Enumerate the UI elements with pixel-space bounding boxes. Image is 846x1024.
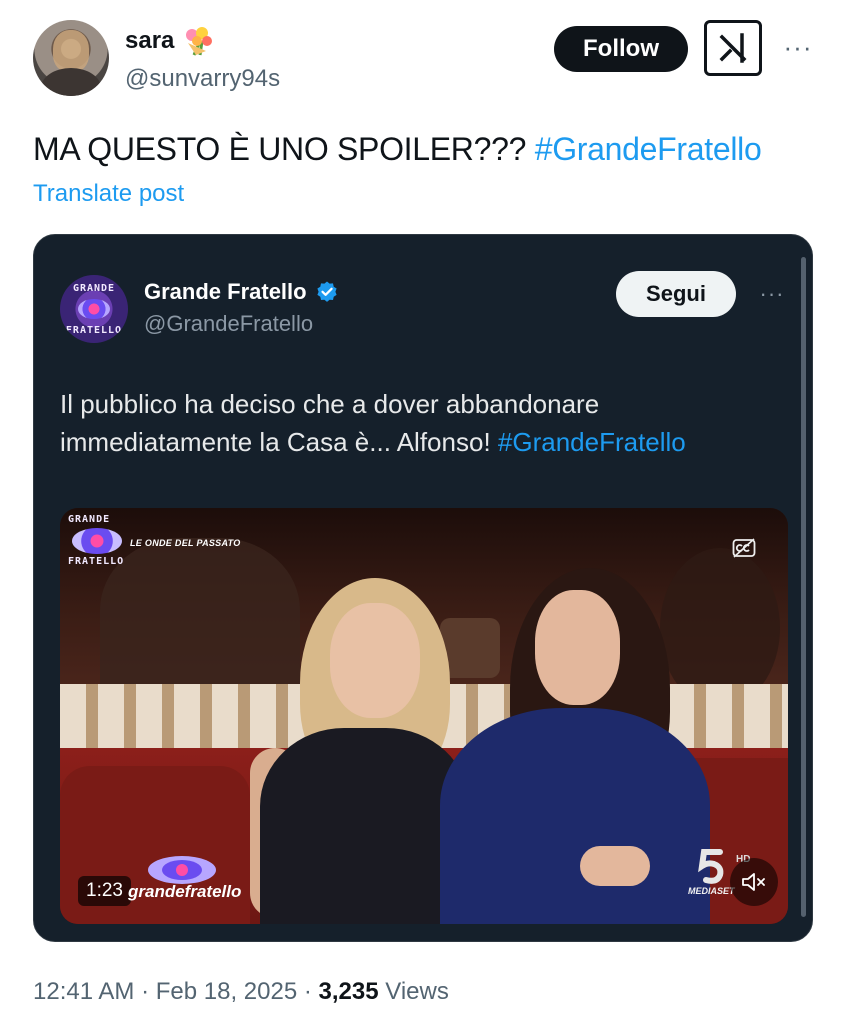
post-time[interactable]: 12:41 AM [33,978,134,1005]
views-count: 3,235 [318,978,379,1005]
segui-button[interactable]: Segui [616,271,736,317]
meta-separator: · [134,978,156,1005]
quoted-avatar-text-bottom: FRATELLO [65,325,123,336]
translate-post-link[interactable]: Translate post [33,180,184,208]
bouquet-emoji-icon [180,25,214,57]
show-logo-bottom: FRATELLO [68,556,125,567]
person-right-dress [440,708,710,924]
video-duration: 1:23 [78,876,131,906]
channel-name: MEDIASET [688,886,735,896]
more-horizontal-icon[interactable]: ··· [778,32,818,62]
quoted-display-name[interactable]: Grande Fratello [144,279,307,305]
person-left-dress [260,728,470,924]
speaker-muted-icon[interactable] [730,858,778,906]
post-text: MA QUESTO È UNO SPOILER??? #GrandeFratel… [33,128,762,170]
post-metadata: 12:41 AM · Feb 18, 2025 · 3,235 Views [33,978,449,1006]
post-hashtag-link[interactable]: #GrandeFratello [535,131,762,167]
video-player[interactable]: GRANDE FRATELLO LE ONDE DEL PASSATO 1:23… [60,508,788,924]
post-date[interactable]: Feb 18, 2025 [156,978,297,1005]
author-name-row: sara [125,25,214,57]
quoted-name-row: Grande Fratello [144,279,339,305]
closed-captions-icon[interactable] [732,538,756,558]
video-watermark: grandefratello [128,882,242,901]
person-right-hands [580,846,650,886]
quoted-post-text: Il pubblico ha deciso che a dover abband… [60,385,790,461]
more-horizontal-icon[interactable]: ··· [754,281,790,307]
author-handle[interactable]: @sunvarry94s [125,65,280,93]
quoted-avatar-text-top: GRANDE [72,283,116,294]
follow-button[interactable]: Follow [554,26,688,72]
eye-logo-icon [78,299,110,319]
scrollbar[interactable] [801,257,806,917]
quoted-avatar[interactable]: GRANDE FRATELLO [60,275,128,343]
post-body: MA QUESTO È UNO SPOILER??? [33,131,535,167]
show-logo-top: GRANDE [68,514,111,525]
author-display-name[interactable]: sara [125,27,174,55]
grok-icon[interactable] [704,20,762,76]
verified-badge-icon [316,281,337,302]
segment-title: LE ONDE DEL PASSATO [130,538,241,548]
views-label: Views [378,978,449,1005]
person-right-face [535,590,620,705]
meta-separator: · [297,978,319,1005]
quoted-hashtag-link[interactable]: #GrandeFratello [498,427,686,457]
channel5-logo-icon [698,849,724,884]
quoted-handle[interactable]: @GrandeFratello [144,311,313,337]
avatar[interactable] [33,20,109,96]
person-left-face [330,603,420,718]
post-header: sara @sunvarry94s Follow ··· [33,20,823,100]
quoted-post-card[interactable]: GRANDE FRATELLO Grande Fratello @GrandeF… [33,234,813,942]
eye-logo-icon [72,528,122,554]
